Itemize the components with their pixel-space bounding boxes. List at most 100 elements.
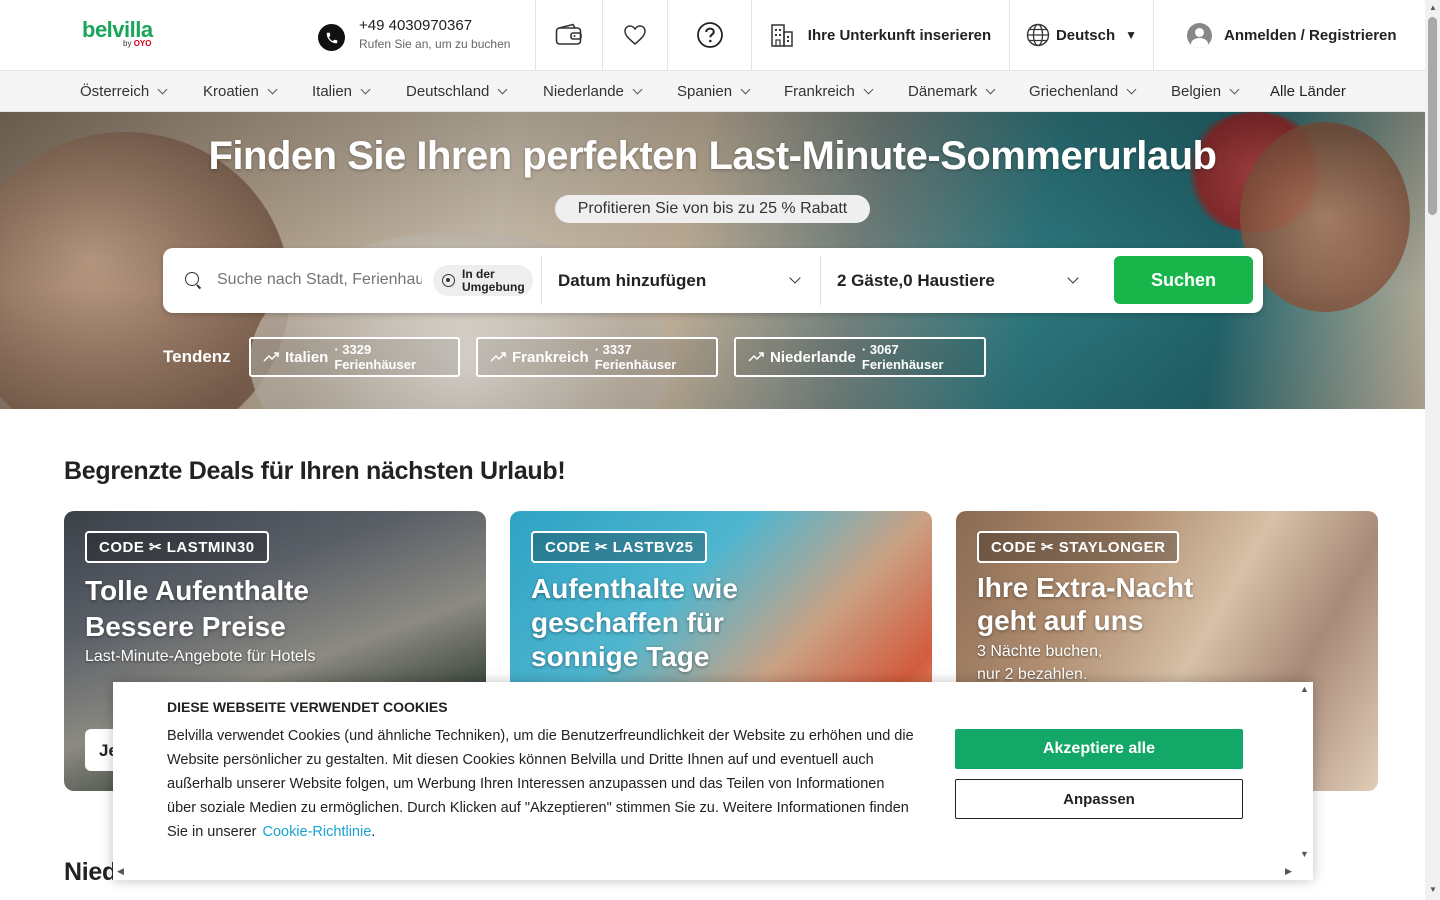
building-icon: [771, 24, 793, 47]
hero-banner: Finden Sie Ihren perfekten Last-Minute-S…: [0, 112, 1425, 409]
belvilla-logo[interactable]: belvilla by OYO: [82, 19, 162, 51]
phone-subtitle: Rufen Sie an, um zu buchen: [359, 36, 511, 51]
location-target-icon: [442, 274, 455, 287]
nav-item-label: Dänemark: [908, 82, 978, 100]
promo-badge: Profitieren Sie von bis zu 25 % Rabatt: [555, 195, 870, 223]
customize-button[interactable]: Anpassen: [955, 779, 1243, 819]
trending-up-icon: [490, 352, 506, 362]
language-selector[interactable]: Deutsch ▼: [1009, 0, 1153, 70]
chevron-down-icon: [267, 84, 278, 94]
favorites-button[interactable]: [602, 0, 667, 70]
trend-count: · 3337 Ferienhäuser: [594, 342, 677, 372]
trend-name: Frankreich: [512, 348, 589, 366]
scroll-left-arrow-icon[interactable]: ◀: [117, 866, 124, 877]
nearby-toggle[interactable]: In der Umgebung: [433, 265, 533, 296]
globe-icon: [1026, 23, 1050, 47]
scroll-down-arrow-icon[interactable]: ▼: [1300, 849, 1309, 859]
trend-label: Tendenz: [163, 347, 231, 366]
scroll-up-arrow-icon[interactable]: ▲: [1300, 684, 1309, 694]
language-label: Deutsch: [1055, 26, 1116, 44]
nav-item-label: Frankreich: [784, 82, 855, 100]
heart-icon: [624, 25, 646, 45]
list-property-label: Ihre Unterkunft inserieren: [807, 26, 992, 44]
trend-count: · 3067 Ferienhäuser: [861, 342, 944, 372]
nav-item-label: Griechenland: [1029, 82, 1119, 100]
nav-item-all-countries[interactable]: Alle Länder: [1270, 71, 1346, 111]
nav-item-netherlands[interactable]: Niederlande: [543, 71, 643, 111]
logo-by-text: by: [123, 39, 132, 48]
destination-search-input[interactable]: [217, 266, 422, 294]
deal-subtitle: 3 Nächte buchen,: [977, 643, 1103, 660]
list-property-button[interactable]: Ihre Unterkunft inserieren: [751, 0, 1009, 70]
nav-item-denmark[interactable]: Dänemark: [908, 71, 996, 111]
nav-item-austria[interactable]: Österreich: [80, 71, 168, 111]
nav-item-label: Deutschland: [406, 82, 490, 100]
country-nav: Österreich Kroatien Italien Deutschland …: [0, 71, 1425, 112]
login-label: Anmelden / Registrieren: [1224, 26, 1397, 44]
search-button[interactable]: Suchen: [1114, 256, 1253, 304]
trend-name: Niederlande: [770, 348, 856, 366]
trend-chip-italy[interactable]: Italien · 3329 Ferienhäuser: [249, 337, 460, 377]
search-bar: In derUmgebung Datum hinzufügen 2 Gäste,…: [163, 248, 1263, 313]
chevron-down-icon: [157, 84, 168, 94]
nearby-line1: In der: [462, 266, 495, 281]
deal-headline: Tolle Aufenthalte: [85, 575, 309, 606]
trend-chip-france[interactable]: Frankreich · 3337 Ferienhäuser: [476, 337, 718, 377]
user-avatar-icon: [1187, 22, 1212, 48]
page-scrollbar[interactable]: ▲ ▼: [1425, 0, 1440, 900]
nav-item-croatia[interactable]: Kroatien: [203, 71, 278, 111]
phone-number: +49 4030970367: [359, 16, 473, 34]
scroll-up-arrow-icon[interactable]: ▲: [1429, 3, 1437, 12]
phone-icon: [318, 24, 345, 51]
guests-selector[interactable]: 2 Gäste,0 Haustiere: [837, 248, 1082, 313]
deals-title: Begrenzte Deals für Ihren nächsten Urlau…: [64, 457, 566, 485]
nav-item-label: Spanien: [677, 82, 733, 100]
nav-item-belgium[interactable]: Belgien: [1171, 71, 1240, 111]
nav-item-greece[interactable]: Griechenland: [1029, 71, 1137, 111]
trending-up-icon: [263, 352, 279, 362]
phone-contact[interactable]: +49 4030970367 Rufen Sie an, um zu buche…: [318, 14, 510, 51]
chevron-down-icon: [863, 84, 874, 94]
help-button[interactable]: [667, 0, 751, 70]
nav-item-label: Niederlande: [543, 82, 624, 100]
trend-chip-netherlands[interactable]: Niederlande · 3067 Ferienhäuser: [734, 337, 986, 377]
cookie-policy-link[interactable]: Cookie-Richtlinie: [262, 824, 371, 840]
trend-count: · 3329 Ferienhäuser: [334, 342, 417, 372]
accept-all-button[interactable]: Akzeptiere alle: [955, 729, 1243, 769]
search-icon: [185, 272, 199, 286]
guests-label: 2 Gäste,0 Haustiere: [837, 270, 995, 290]
trending-up-icon: [748, 352, 764, 362]
wallet-icon: [555, 23, 582, 45]
chevron-down-icon: [1067, 272, 1079, 284]
scroll-right-arrow-icon[interactable]: ▶: [1285, 866, 1292, 877]
nav-item-france[interactable]: Frankreich: [784, 71, 874, 111]
page: belvilla by OYO +49 4030970367 Rufen Sie…: [0, 0, 1440, 900]
header: belvilla by OYO +49 4030970367 Rufen Sie…: [0, 0, 1425, 71]
nav-item-spain[interactable]: Spanien: [677, 71, 751, 111]
nav-item-label: Belgien: [1171, 82, 1222, 100]
cookie-text: Belvilla verwendet Cookies (und ähnliche…: [167, 724, 917, 844]
chevron-down-icon: [497, 84, 508, 94]
deal-headline: Aufenthalte wie: [531, 573, 738, 604]
logo-word: belvilla: [82, 17, 153, 42]
chevron-down-icon: [740, 84, 751, 94]
wallet-button[interactable]: [535, 0, 602, 70]
chevron-down-icon: [1229, 84, 1240, 94]
login-button[interactable]: Anmelden / Registrieren: [1153, 0, 1425, 70]
divider: [820, 256, 821, 305]
cookie-period: .: [371, 824, 376, 840]
deal-code-badge: CODE ✂ LASTMIN30: [85, 531, 269, 563]
nearby-line2: Umgebung: [462, 279, 525, 294]
chevron-down-icon: [789, 272, 801, 284]
nav-item-germany[interactable]: Deutschland: [406, 71, 508, 111]
nav-item-italy[interactable]: Italien: [312, 71, 371, 111]
scrollbar-thumb[interactable]: [1428, 17, 1437, 215]
nav-item-label: Österreich: [80, 82, 150, 100]
caret-down-icon: ▼: [1125, 28, 1138, 42]
cookie-title: DIESE WEBSEITE VERWENDET COOKIES: [167, 699, 448, 715]
deal-headline: sonnige Tage: [531, 641, 710, 672]
scroll-down-arrow-icon[interactable]: ▼: [1429, 885, 1437, 894]
nav-item-label: Alle Länder: [1270, 82, 1346, 100]
chevron-down-icon: [1126, 84, 1137, 94]
date-picker[interactable]: Datum hinzufügen: [558, 248, 803, 313]
